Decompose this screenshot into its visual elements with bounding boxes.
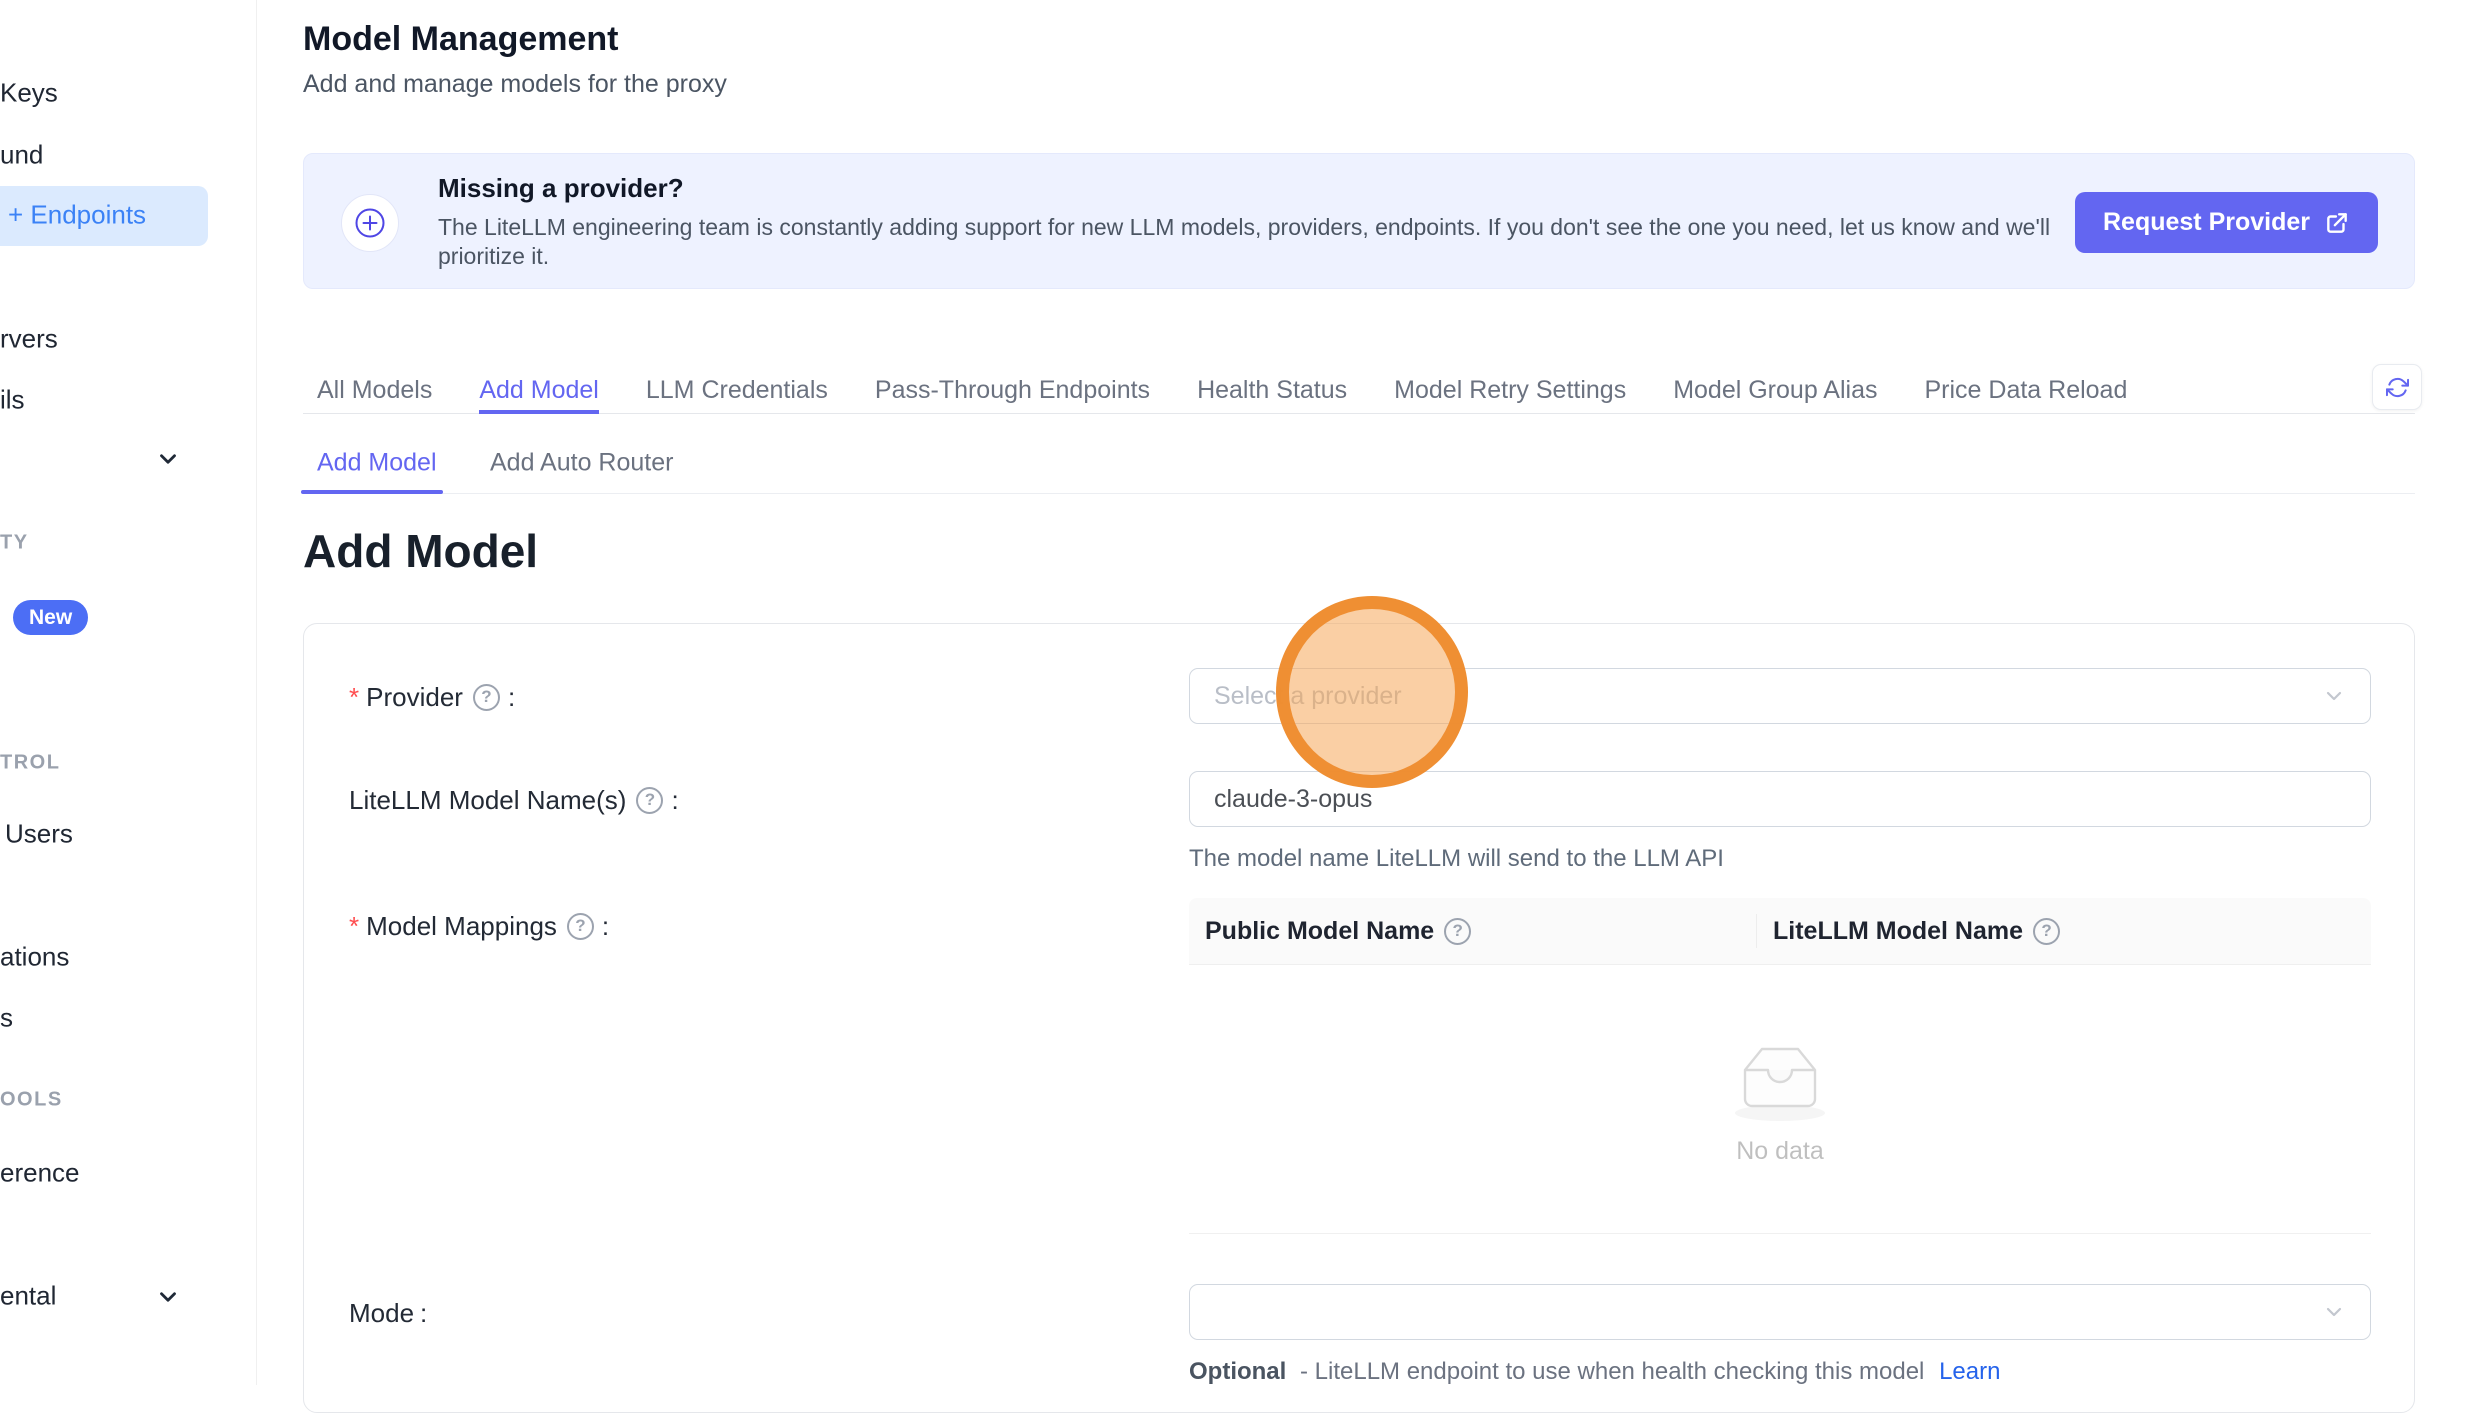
sidebar-section-ools: OOLS	[0, 1089, 63, 1112]
missing-provider-banner: Missing a provider? The LiteLLM engineer…	[303, 153, 2415, 289]
tab-all-models[interactable]: All Models	[317, 370, 432, 414]
tab-health-status[interactable]: Health Status	[1197, 370, 1347, 414]
model-name-input-wrap	[1189, 771, 2371, 827]
question-glyph: ?	[481, 687, 491, 707]
tab-add-model[interactable]: Add Model	[479, 370, 599, 414]
help-icon[interactable]: ?	[2033, 918, 2060, 945]
learn-link[interactable]: Learn	[1939, 1358, 2000, 1385]
request-provider-label: Request Provider	[2103, 208, 2310, 237]
sidebar-item-keys[interactable]: Keys	[0, 78, 58, 109]
label-colon: :	[508, 682, 515, 713]
sidebar-item-ental[interactable]: ental	[0, 1281, 56, 1312]
model-mappings-table: Public Model Name ? LiteLLM Model Name ?…	[1189, 898, 2371, 1234]
label-colon: :	[671, 785, 678, 816]
sidebar: Keys und + Endpoints rvers ils TY New TR…	[0, 0, 257, 1385]
question-glyph: ?	[575, 916, 585, 936]
subtab-divider	[303, 493, 2415, 494]
model-name-help: The model name LiteLLM will send to the …	[1189, 845, 1724, 873]
external-link-icon	[2324, 210, 2350, 236]
empty-inbox-icon	[1719, 1033, 1841, 1123]
required-asterisk: *	[349, 682, 359, 713]
add-model-heading: Add Model	[303, 524, 538, 578]
mappings-label: Model Mappings	[366, 911, 557, 942]
page-title: Model Management	[303, 20, 618, 59]
sidebar-item-und[interactable]: und	[0, 140, 43, 171]
model-name-label-row: LiteLLM Model Name(s) ? :	[349, 784, 679, 816]
public-model-name-label: Public Model Name	[1205, 917, 1434, 946]
chevron-down-icon	[2322, 1300, 2346, 1324]
sidebar-item-endpoints[interactable]: + Endpoints	[8, 200, 146, 231]
chevron-down-icon	[2322, 684, 2346, 708]
model-name-label: LiteLLM Model Name(s)	[349, 785, 626, 816]
mode-label: Mode	[349, 1298, 414, 1329]
sidebar-section-trol: TROL	[0, 752, 60, 775]
label-colon: :	[420, 1298, 427, 1329]
mode-help: Optional - LiteLLM endpoint to use when …	[1189, 1358, 2000, 1386]
litellm-model-name-header: LiteLLM Model Name ?	[1757, 917, 2371, 946]
provider-select-placeholder: Select a provider	[1214, 682, 2322, 711]
question-glyph: ?	[645, 790, 655, 810]
tab-bar: All Models Add Model LLM Credentials Pas…	[317, 370, 2127, 414]
add-model-form-card: * Provider ? : Select a provider LiteLLM…	[303, 623, 2415, 1413]
mappings-label-row: * Model Mappings ? :	[349, 910, 609, 942]
chevron-down-icon[interactable]	[155, 1284, 181, 1310]
sidebar-item-s[interactable]: s	[0, 1003, 13, 1034]
mode-label-row: Mode :	[349, 1297, 427, 1329]
request-provider-button[interactable]: Request Provider	[2075, 192, 2378, 253]
label-colon: :	[602, 911, 609, 942]
subtab-add-model[interactable]: Add Model	[317, 449, 437, 478]
tab-price-data-reload[interactable]: Price Data Reload	[1924, 370, 2127, 414]
help-icon[interactable]: ?	[567, 913, 594, 940]
provider-label-row: * Provider ? :	[349, 681, 515, 713]
subtab-active-underline	[301, 490, 443, 494]
sidebar-section-ty: TY	[0, 532, 29, 555]
mappings-empty-state: No data	[1189, 965, 2371, 1233]
help-icon[interactable]: ?	[1444, 918, 1471, 945]
question-glyph: ?	[1453, 921, 1463, 941]
required-asterisk: *	[349, 911, 359, 942]
sidebar-item-rvers[interactable]: rvers	[0, 324, 58, 355]
tab-model-retry-settings[interactable]: Model Retry Settings	[1394, 370, 1626, 414]
provider-select[interactable]: Select a provider	[1189, 668, 2371, 724]
sidebar-item-ils[interactable]: ils	[0, 385, 25, 416]
tab-model-group-alias[interactable]: Model Group Alias	[1673, 370, 1877, 414]
chevron-down-icon[interactable]	[155, 446, 181, 472]
plus-circle-icon	[341, 194, 399, 252]
help-icon[interactable]: ?	[473, 684, 500, 711]
no-data-text: No data	[1736, 1137, 1824, 1166]
provider-label: Provider	[366, 682, 463, 713]
tab-pass-through-endpoints[interactable]: Pass-Through Endpoints	[875, 370, 1150, 414]
public-model-name-header: Public Model Name ?	[1189, 917, 1756, 946]
banner-title: Missing a provider?	[438, 173, 684, 204]
model-name-input[interactable]	[1214, 785, 2346, 814]
sidebar-item-users[interactable]: Users	[5, 819, 73, 850]
refresh-button[interactable]	[2372, 364, 2422, 410]
sidebar-item-erence[interactable]: erence	[0, 1158, 80, 1189]
mappings-table-header: Public Model Name ? LiteLLM Model Name ?	[1189, 898, 2371, 965]
refresh-icon	[2386, 376, 2409, 399]
help-icon[interactable]: ?	[636, 787, 663, 814]
litellm-model-name-label: LiteLLM Model Name	[1773, 917, 2023, 946]
question-glyph: ?	[2041, 921, 2051, 941]
mode-select[interactable]	[1189, 1284, 2371, 1340]
sidebar-item-ations[interactable]: ations	[0, 942, 69, 973]
subtab-add-auto-router[interactable]: Add Auto Router	[490, 449, 673, 478]
page-subtitle: Add and manage models for the proxy	[303, 70, 727, 99]
tab-llm-credentials[interactable]: LLM Credentials	[646, 370, 828, 414]
new-badge-label: New	[29, 606, 72, 630]
mode-help-optional: Optional	[1189, 1358, 1286, 1385]
mode-help-text: - LiteLLM endpoint to use when health ch…	[1300, 1358, 1924, 1385]
sidebar-new-badge: New	[13, 600, 88, 635]
banner-body: The LiteLLM engineering team is constant…	[438, 213, 2083, 271]
